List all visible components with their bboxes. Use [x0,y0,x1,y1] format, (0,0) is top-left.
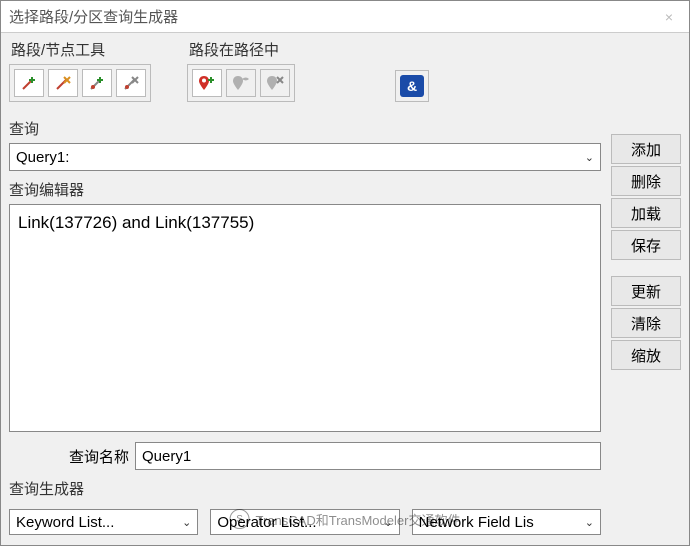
close-button[interactable]: × [657,5,681,29]
generator-label: 查询生成器 [9,478,601,499]
field-select[interactable]: Network Field Lis ⌄ [412,509,601,535]
add-node-tool[interactable] [82,69,112,97]
chevron-down-icon: ⌄ [579,516,594,529]
remove-link-tool[interactable] [48,69,78,97]
keyword-select-value: Keyword List... [16,514,176,531]
pen-x-orange-icon [54,74,72,92]
editor-label: 查询编辑器 [9,179,601,200]
path-label: 路段在路径中 [189,39,429,60]
zoom-button[interactable]: 缩放 [611,340,681,370]
pin-eye-disabled-icon [232,74,250,92]
operator-select[interactable]: Operator List... ⌄ [210,509,399,535]
query-name-row: 查询名称 Query1 [9,442,601,470]
query-name-input[interactable]: Query1 [135,442,601,470]
links-node-tool-group: 路段/节点工具 [9,39,151,102]
builder-row: Keyword List... ⌄ Operator List... ⌄ Net… [9,509,601,535]
query-name-label: 查询名称 [9,446,129,467]
field-select-value: Network Field Lis [419,514,579,531]
keyword-select[interactable]: Keyword List... ⌄ [9,509,198,535]
side-button-column: 添加 删除 加载 保存 更新 清除 缩放 [611,114,681,535]
pin-x-disabled-icon [266,74,284,92]
add-link-tool[interactable] [14,69,44,97]
chevron-down-icon: ⌄ [377,516,392,529]
main-row: 查询 Query1: ⌄ 查询编辑器 Link(137726) and Link… [9,114,681,535]
add-button[interactable]: 添加 [611,134,681,164]
query-editor[interactable]: Link(137726) and Link(137755) [9,204,601,432]
toolbar-row: 路段/节点工具 路段在路径中 [9,39,681,102]
clear-button[interactable]: 清除 [611,308,681,338]
query-editor-text: Link(137726) and Link(137755) [18,213,254,232]
operator-select-value: Operator List... [217,514,377,531]
view-pin-tool [226,69,256,97]
and-operator-button[interactable]: & [395,70,429,102]
path-tool-group: 路段在路径中 & [187,39,429,102]
chevron-down-icon: ⌄ [579,151,594,164]
ampersand-icon: & [400,75,424,97]
remove-node-tool[interactable] [116,69,146,97]
node-plus-icon [88,74,106,92]
delete-button[interactable]: 删除 [611,166,681,196]
chevron-down-icon: ⌄ [176,516,191,529]
window-title: 选择路段/分区查询生成器 [9,6,657,27]
links-node-buttons [9,64,151,102]
pin-plus-icon [198,74,216,92]
query-select[interactable]: Query1: ⌄ [9,143,601,171]
spacer [611,262,681,274]
load-button[interactable]: 加载 [611,198,681,228]
refresh-button[interactable]: 更新 [611,276,681,306]
node-x-icon [122,74,140,92]
left-column: 查询 Query1: ⌄ 查询编辑器 Link(137726) and Link… [9,114,601,535]
remove-pin-tool [260,69,290,97]
path-buttons [187,64,295,102]
add-pin-tool[interactable] [192,69,222,97]
pen-plus-green-icon [20,74,38,92]
query-select-value: Query1: [16,149,579,166]
query-label: 查询 [9,118,601,139]
query-name-value: Query1 [142,448,191,465]
title-bar: 选择路段/分区查询生成器 × [1,1,689,33]
links-node-label: 路段/节点工具 [11,39,151,60]
content-area: 路段/节点工具 路段在路径中 [1,33,689,545]
save-button[interactable]: 保存 [611,230,681,260]
